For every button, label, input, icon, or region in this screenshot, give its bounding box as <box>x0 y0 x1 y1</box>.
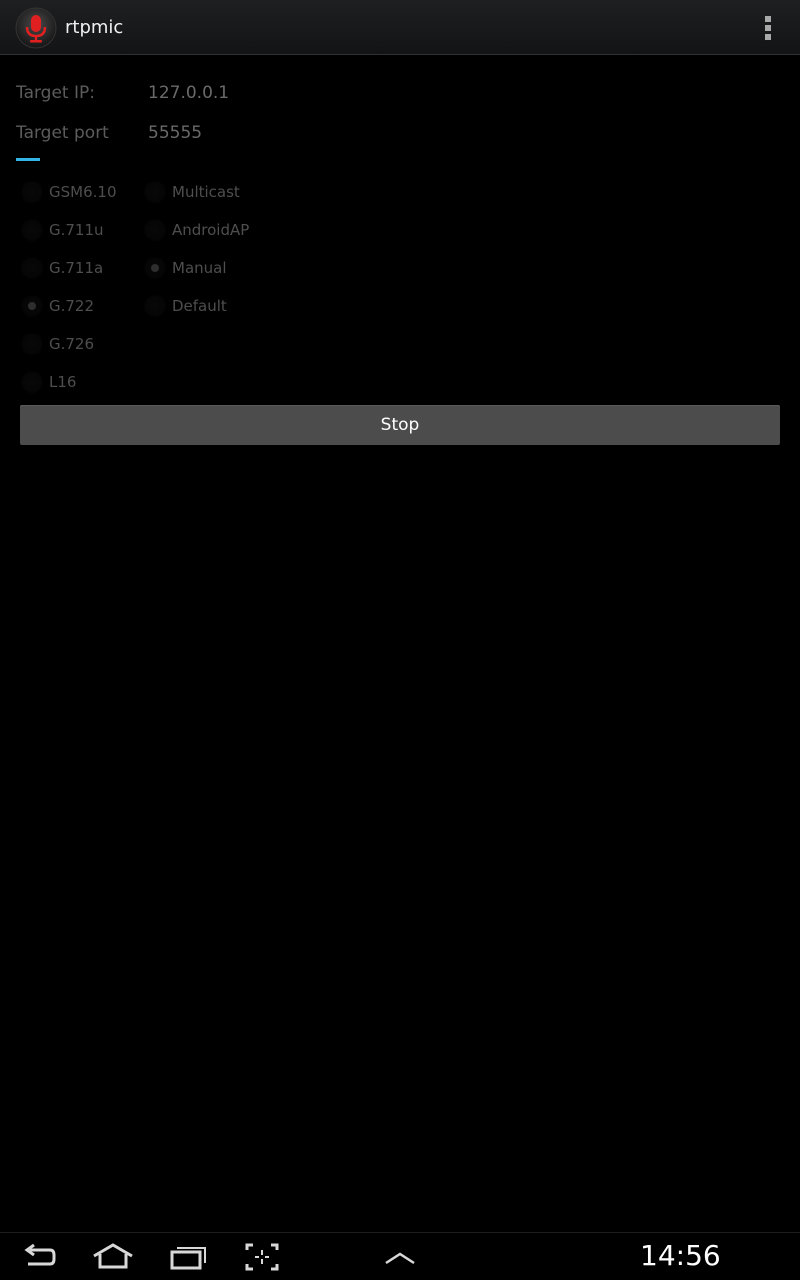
mode-label: AndroidAP <box>172 221 250 239</box>
radio-button-icon[interactable] <box>145 296 165 316</box>
overflow-menu-icon[interactable] <box>755 12 781 44</box>
radio-button-icon[interactable] <box>145 182 165 202</box>
target-port-input[interactable] <box>148 122 448 144</box>
action-bar: rtpmic <box>0 0 800 55</box>
focus-indicator <box>16 158 40 161</box>
status-clock: 14:56 <box>640 1239 721 1272</box>
radio-button-icon[interactable] <box>22 334 42 354</box>
codec-label: L16 <box>49 373 77 391</box>
radio-button-icon[interactable] <box>22 372 42 392</box>
radio-button-checked-icon[interactable] <box>22 296 42 316</box>
mode-label: Manual <box>172 259 227 277</box>
screenshot-icon[interactable] <box>244 1241 280 1273</box>
recent-apps-icon[interactable] <box>168 1241 208 1273</box>
codec-label: G.726 <box>49 335 95 353</box>
radio-button-icon[interactable] <box>22 220 42 240</box>
home-icon[interactable] <box>91 1241 135 1273</box>
target-port-label: Target port <box>16 123 109 143</box>
stop-button[interactable]: Stop <box>20 405 780 445</box>
microphone-icon[interactable] <box>15 7 57 49</box>
target-ip-label: Target IP: <box>16 83 95 103</box>
back-icon[interactable] <box>20 1241 60 1273</box>
radio-button-icon[interactable] <box>22 258 42 278</box>
radio-button-icon[interactable] <box>145 220 165 240</box>
radio-button-icon[interactable] <box>22 182 42 202</box>
codec-label: G.722 <box>49 297 95 315</box>
target-ip-input[interactable] <box>148 82 448 104</box>
codec-label: GSM6.10 <box>49 183 117 201</box>
mode-label: Multicast <box>172 183 240 201</box>
radio-button-checked-icon[interactable] <box>145 258 165 278</box>
codec-label: G.711u <box>49 221 104 239</box>
app-title: rtpmic <box>65 17 124 38</box>
codec-label: G.711a <box>49 259 104 277</box>
mode-label: Default <box>172 297 227 315</box>
up-arrow-icon[interactable] <box>383 1241 417 1273</box>
